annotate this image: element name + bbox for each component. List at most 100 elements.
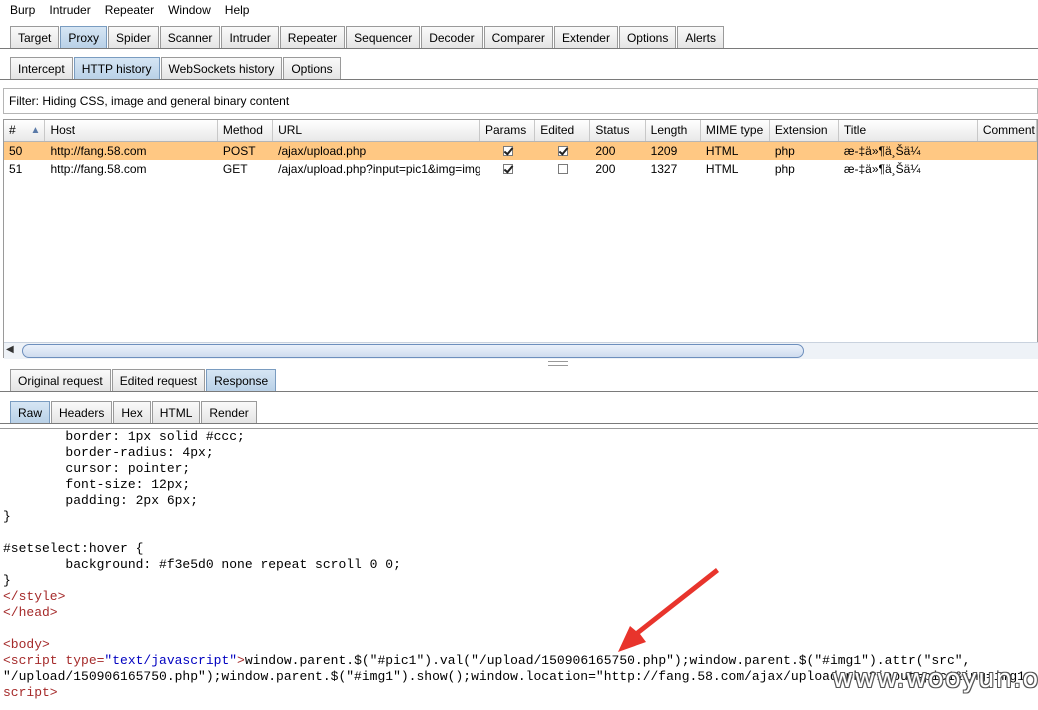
tab-response[interactable]: Response	[206, 369, 277, 391]
cell-extension: php	[774, 162, 795, 176]
table-header: # ▲ Host Method URL Params Edited Status …	[4, 120, 1037, 142]
tab-edited-request[interactable]: Edited request	[111, 369, 206, 391]
table-row[interactable]: 51 http://fang.58.com GET /ajax/upload.p…	[4, 160, 1037, 178]
script-attr: type=	[57, 653, 105, 668]
tab-raw[interactable]: Raw	[10, 401, 51, 423]
watermark: www.wooyun.org	[832, 664, 1038, 694]
cell-method: POST	[222, 144, 256, 158]
cell-params	[480, 160, 535, 178]
cell-status: 200	[595, 162, 616, 176]
cell-method: GET	[222, 162, 248, 176]
cell-title: æ-‡ä»¶ä¸Šä¼	[843, 162, 921, 176]
cell-num: 50	[9, 144, 23, 158]
split-pane-grip[interactable]	[548, 361, 568, 366]
edited-checkbox	[557, 146, 568, 156]
tab-websockets-history[interactable]: WebSockets history	[160, 57, 283, 79]
code-line: font-size: 12px;	[3, 477, 191, 492]
cell-comment	[978, 160, 1037, 178]
tab-options[interactable]: Options	[618, 26, 677, 48]
scroll-left-icon[interactable]: ◀	[6, 344, 14, 355]
table-row[interactable]: 50 http://fang.58.com POST /ajax/upload.…	[4, 142, 1037, 160]
red-annotation-arrow-icon	[618, 568, 719, 652]
column-header-length[interactable]: Length	[646, 120, 701, 141]
cell-host: http://fang.58.com	[50, 144, 147, 158]
menu-bar: Burp Intruder Repeater Window Help	[0, 0, 1038, 20]
column-header-mime-type[interactable]: MIME type	[701, 120, 770, 141]
column-header-url[interactable]: URL	[273, 120, 480, 141]
menu-burp[interactable]: Burp	[5, 3, 40, 17]
column-header-edited[interactable]: Edited	[535, 120, 591, 141]
code-line: border-radius: 4px;	[3, 445, 214, 460]
cell-comment	[978, 142, 1037, 160]
tab-http-history[interactable]: HTTP history	[73, 57, 160, 79]
code-line: }	[3, 509, 11, 524]
tab-proxy[interactable]: Proxy	[60, 26, 108, 48]
code-line: padding: 2px 6px;	[3, 493, 199, 508]
code-line: </style>	[3, 589, 66, 604]
column-header-status[interactable]: Status	[590, 120, 646, 141]
code-line: </head>	[3, 605, 58, 620]
cell-edited	[535, 142, 590, 160]
table-horizontal-scrollbar[interactable]: ◀	[4, 342, 1038, 359]
column-header-extension[interactable]: Extension	[770, 120, 839, 141]
column-header-title[interactable]: Title	[839, 120, 978, 141]
tab-comparer[interactable]: Comparer	[483, 26, 553, 48]
tab-extender[interactable]: Extender	[553, 26, 618, 48]
cell-url: /ajax/upload.php	[278, 144, 367, 158]
cell-length: 1209	[650, 144, 678, 158]
tab-scanner[interactable]: Scanner	[159, 26, 221, 48]
tab-original-request[interactable]: Original request	[10, 369, 111, 391]
tab-proxy-options[interactable]: Options	[283, 57, 341, 79]
proxy-tab-bar: Intercept HTTP history WebSockets histor…	[0, 57, 1038, 80]
column-header-num[interactable]: # ▲	[4, 120, 46, 141]
tab-spider[interactable]: Spider	[108, 26, 159, 48]
column-header-comment[interactable]: Comment	[978, 120, 1037, 141]
cell-params	[480, 142, 535, 160]
cell-extension: php	[774, 144, 795, 158]
cell-mime-type: HTML	[705, 144, 739, 158]
code-line: #setselect:hover {	[3, 541, 144, 556]
cell-mime-type: HTML	[705, 162, 739, 176]
tab-render[interactable]: Render	[201, 401, 257, 423]
params-checkbox	[502, 146, 513, 156]
script-attr-value: "text/javascript"	[104, 653, 238, 668]
tab-headers[interactable]: Headers	[51, 401, 113, 423]
script-tag-open: <script	[3, 653, 58, 668]
menu-repeater[interactable]: Repeater	[100, 3, 159, 17]
scrollbar-thumb[interactable]	[22, 344, 804, 358]
menu-intruder[interactable]: Intruder	[44, 3, 95, 17]
tab-target[interactable]: Target	[10, 26, 60, 48]
cell-length: 1327	[650, 162, 678, 176]
tab-sequencer[interactable]: Sequencer	[346, 26, 421, 48]
script-tag-close: >	[237, 653, 245, 668]
cell-edited	[535, 160, 590, 178]
history-table: # ▲ Host Method URL Params Edited Status …	[3, 119, 1038, 358]
params-checkbox	[502, 164, 513, 174]
column-header-host[interactable]: Host	[45, 120, 218, 141]
sort-ascending-icon: ▲	[30, 125, 41, 136]
tab-decoder[interactable]: Decoder	[421, 26, 483, 48]
main-tab-bar: Target Proxy Spider Scanner Intruder Rep…	[0, 26, 1038, 49]
code-line: background: #f3e5d0 none repeat scroll 0…	[3, 557, 401, 572]
code-line: border: 1px solid #ccc;	[3, 429, 245, 444]
tab-repeater[interactable]: Repeater	[279, 26, 346, 48]
column-header-params[interactable]: Params	[480, 120, 536, 141]
code-line: cursor: pointer;	[3, 461, 191, 476]
tab-intruder[interactable]: Intruder	[221, 26, 279, 48]
cell-url: /ajax/upload.php?input=pic1&img=img1	[278, 162, 481, 176]
tab-hex[interactable]: Hex	[113, 401, 151, 423]
column-header-method[interactable]: Method	[218, 120, 274, 141]
code-line: <body>	[3, 637, 50, 652]
code-line: }	[3, 573, 11, 588]
menu-window[interactable]: Window	[163, 3, 216, 17]
edited-checkbox	[557, 164, 568, 174]
cell-title: æ-‡ä»¶ä¸Šä¼	[843, 144, 921, 158]
menu-help[interactable]: Help	[220, 3, 255, 17]
tab-alerts[interactable]: Alerts	[677, 26, 725, 48]
message-tab-bar: Original request Edited request Response	[0, 369, 1038, 392]
tab-intercept[interactable]: Intercept	[10, 57, 73, 79]
tab-html[interactable]: HTML	[151, 401, 201, 423]
filter-bar[interactable]: Filter: Hiding CSS, image and general bi…	[3, 88, 1038, 114]
